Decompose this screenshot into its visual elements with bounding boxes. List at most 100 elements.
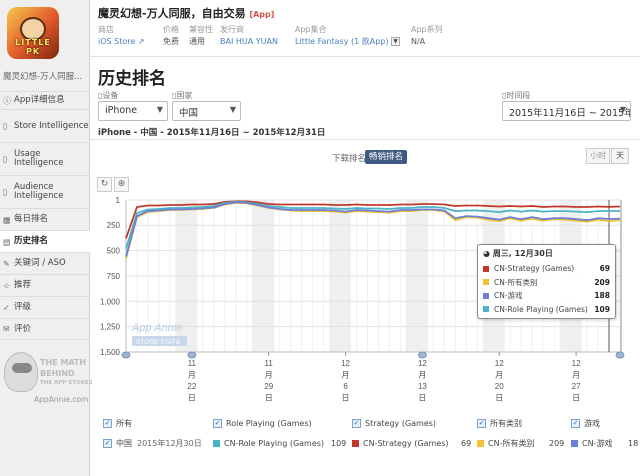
period-label-text: 时间段	[506, 91, 531, 100]
legend-date: 2015年12月30日	[137, 439, 202, 448]
sidebar-item-store-intelligence[interactable]: ▯ Store Intelligence	[0, 109, 90, 142]
range-handle[interactable]	[417, 351, 427, 359]
sidebar-item-history-rank[interactable]: ▤ 历史排名	[0, 230, 90, 252]
device-select-value: iPhone	[105, 105, 138, 116]
tooltip-row: CN-所有类别 209	[483, 276, 610, 290]
tooltip-row: CN-Strategy (Games) 69	[483, 262, 610, 276]
ad-url: AppAnnie.com	[34, 395, 89, 404]
app-icon[interactable]: LITTLE PK	[7, 7, 59, 59]
country-filter-label: ▯国家	[172, 90, 192, 101]
app-tag: [App]	[249, 10, 275, 19]
zoom-icon: ⊕	[117, 179, 126, 189]
review-icon: ✉	[3, 324, 10, 334]
key-icon: ✎	[3, 259, 10, 268]
tooltip-date: 周三, 12月30日	[492, 249, 553, 258]
sidebar-item-label: 评级	[14, 302, 32, 312]
range-handle[interactable]	[187, 351, 197, 359]
meta-collection-value[interactable]: Little Fantasy (1 款App)	[295, 37, 388, 46]
meta-value[interactable]: iOS Store ↗	[98, 36, 145, 48]
sidebar-item-app-details[interactable]: ⓘ App详细信息	[0, 91, 90, 109]
meta-publisher: 发行商 BAI HUA YUAN	[220, 24, 278, 48]
sidebar-item-label: Audience Intelligence	[14, 182, 64, 201]
meta-label: 发行商	[220, 25, 244, 34]
legend-header-all-categories[interactable]: ✓ 所有类别	[477, 418, 522, 432]
tooltip-series-name: CN-游戏	[494, 291, 523, 301]
legend-item-value: 209	[549, 439, 565, 448]
meta-value[interactable]: BAI HUA YUAN	[220, 36, 278, 48]
rating-icon: ✓	[3, 303, 10, 312]
x-tick-label: 11 月 29 日	[264, 359, 273, 403]
tooltip-series-value: 109	[594, 304, 610, 314]
legend-row-country[interactable]: ✓ 中国	[103, 438, 132, 450]
checkbox-checked-icon[interactable]: ✓	[103, 419, 112, 428]
chart-tooltip: ◕ 周三, 12月30日 CN-Strategy (Games) 69 CN-所有…	[477, 244, 616, 319]
sidebar-item-daily-rank[interactable]: ▦ 每日排名	[0, 208, 90, 230]
checkbox-checked-icon[interactable]: ✓	[103, 439, 112, 448]
app-annie-ad[interactable]: THE MATH BEHIND THE APP STORES AppAnnie.…	[4, 352, 93, 404]
chevron-down-icon[interactable]: ▼	[391, 37, 401, 46]
legend-header-games[interactable]: ✓ 游戏	[571, 418, 600, 432]
sidebar-item-ratings[interactable]: ✓ 评级	[0, 296, 90, 318]
external-link-icon: ↗	[137, 37, 145, 46]
grossing-rank-button[interactable]: 畅销排名	[365, 150, 408, 164]
x-tick-label-line: 22	[187, 382, 196, 391]
x-tick-label-line: 月	[265, 371, 273, 380]
hour-button[interactable]: 小时	[586, 148, 610, 164]
legend-header-label: 所有类别	[490, 419, 522, 428]
star-icon: ☆	[3, 281, 11, 290]
x-tick-label-line: 日	[495, 394, 503, 403]
legend-header-all[interactable]: ✓ 所有	[103, 418, 132, 432]
y-tick-label: 1,000	[100, 297, 121, 306]
x-axis: 11 月 22 日 11 月 29 日 12 月 6 日 12 月 13 日 12 月 20 日 12 月 27 日	[187, 352, 581, 403]
legend-item-name: CN-所有类别	[488, 439, 535, 448]
meta-collection: App集合 Little Fantasy (1 款App) ▼	[295, 24, 401, 48]
sidebar-item-usage-intelligence[interactable]: ▯ Usage Intelligence	[0, 142, 90, 175]
x-tick-label-line: 日	[188, 394, 196, 403]
sidebar-item-reviews[interactable]: ✉ 评价	[0, 318, 90, 340]
app-icon-text: LITTLE PK	[15, 38, 51, 56]
meta-price: 价格 免费	[163, 24, 179, 48]
sidebar: LITTLE PK 魔灵幻想-万人同服... ⓘ App详细信息 ▯ Store I…	[0, 0, 93, 476]
meta-label: 兼容性	[189, 25, 213, 34]
tooltip-header: ◕ 周三, 12月30日	[483, 248, 610, 259]
period-select[interactable]: 2015年11月16日 ~ 2015年... ▼	[502, 101, 631, 121]
downloads-rank-toggle[interactable]: 下载排名	[332, 152, 366, 164]
device-label-text: 设备	[102, 91, 119, 100]
country-select[interactable]: 中国 ▼	[172, 101, 241, 121]
checkbox-checked-icon[interactable]: ✓	[571, 419, 580, 428]
sidebar-item-keywords-aso[interactable]: ✎ 关键词 / ASO	[0, 252, 90, 274]
legend-header-label: Strategy (Games)	[365, 419, 437, 428]
meta-value[interactable]: Little Fantasy (1 款App) ▼	[295, 36, 401, 48]
checkbox-checked-icon[interactable]: ✓	[352, 419, 361, 428]
sidebar-item-audience-intelligence[interactable]: ▯ Audience Intelligence	[0, 175, 90, 208]
tooltip-series-value: 69	[599, 264, 610, 274]
refresh-icon: ↻	[100, 179, 109, 189]
sidebar-item-featured[interactable]: ☆ 推荐	[0, 274, 90, 296]
ad-line-1: THE MATH	[40, 358, 87, 367]
legend-header-role-playing[interactable]: ✓ Role Playing (Games)	[213, 418, 312, 432]
chevron-down-icon: ▼	[229, 105, 236, 114]
app-title: 魔灵幻想-万人同服，自由交易 [App]	[98, 5, 274, 21]
day-button[interactable]: 天	[611, 148, 629, 164]
app-window: LITTLE PK 魔灵幻想-万人同服... ⓘ App详细信息 ▯ Store I…	[0, 0, 640, 476]
checkbox-checked-icon[interactable]: ✓	[477, 419, 486, 428]
range-handle[interactable]	[615, 351, 625, 359]
divider	[90, 139, 640, 140]
range-navigator[interactable]	[121, 351, 625, 359]
legend-header-strategy[interactable]: ✓ Strategy (Games)	[352, 418, 436, 432]
sidebar-app-name: 魔灵幻想-万人同服...	[3, 72, 83, 82]
sidebar-item-label: Usage Intelligence	[14, 149, 64, 168]
legend-item: CN-Role Playing (Games)	[213, 438, 324, 450]
sidebar-item-label: 历史排名	[14, 236, 49, 246]
y-tick-label: 500	[107, 247, 121, 256]
range-handle[interactable]	[121, 351, 131, 359]
device-select[interactable]: iPhone ▼	[98, 101, 168, 121]
legend-item-name: CN-游戏	[582, 439, 613, 448]
checkbox-checked-icon[interactable]: ✓	[213, 419, 222, 428]
series-swatch	[483, 306, 489, 313]
series-swatch	[483, 292, 489, 299]
legend-item-value: 109	[331, 439, 347, 448]
series-swatch	[477, 440, 484, 447]
x-tick-label-line: 27	[572, 382, 581, 391]
meta-store-value[interactable]: iOS Store	[98, 37, 135, 46]
